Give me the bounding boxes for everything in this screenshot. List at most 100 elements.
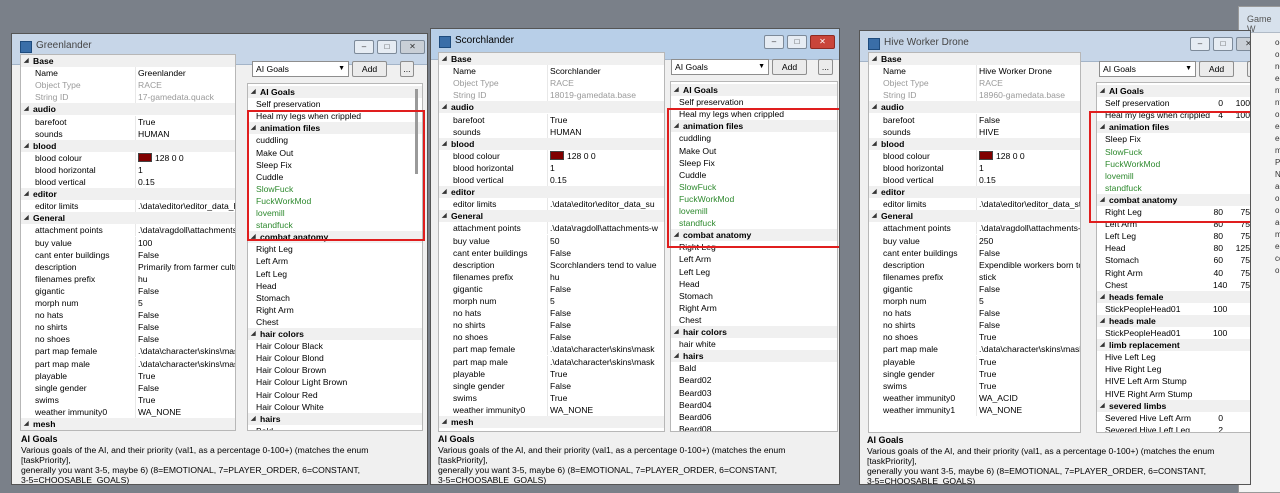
property-row[interactable]: morph num 5 [869,295,1080,307]
property-value[interactable]: 5 [135,297,235,309]
property-category[interactable]: ◢ mesh [439,416,664,428]
collapse-triangle-icon[interactable]: ◢ [24,103,29,115]
property-category[interactable]: ◢ editor [869,186,1080,199]
more-button[interactable]: ... [1247,61,1250,77]
property-row[interactable]: no hats False [21,309,235,322]
property-value[interactable]: RACE [547,77,664,90]
property-value[interactable]: Hive Worker Drone [976,65,1080,78]
property-value[interactable]: True [547,391,664,404]
reference-item[interactable]: StickPeopleHead01 100 [1097,327,1250,339]
property-row[interactable]: no shirts False [439,319,664,332]
collapse-triangle-icon[interactable]: ◢ [251,86,256,98]
property-value[interactable]: hu [135,272,235,285]
property-row[interactable]: weather immunity0 WA_NONE [439,403,664,416]
property-value[interactable]: 0.15 [135,176,235,188]
reference-item[interactable]: Head [248,280,422,292]
property-row[interactable]: String ID 17-gamedata.quack [21,91,235,104]
property-row[interactable]: no shirts False [869,319,1080,332]
reference-category[interactable]: ◢ heads male [1097,314,1250,327]
reference-category[interactable]: ◢ hair colors [248,328,422,340]
property-value[interactable]: RACE [135,79,235,92]
property-row[interactable]: attachment points .\data\ragdoll\attachme… [869,222,1080,235]
minimize-icon[interactable]: – [764,35,784,49]
property-row[interactable]: filenames prefix hu [21,272,235,285]
property-value[interactable]: .\data\ragdoll\attachments-w [547,222,664,235]
add-button[interactable]: Add [1199,61,1234,77]
property-value[interactable]: False [547,282,664,295]
property-value[interactable]: 50 [547,234,664,247]
collapse-triangle-icon[interactable]: ◢ [872,138,877,150]
property-row[interactable]: part map male .\data\character\skins\mask [21,357,235,370]
property-category[interactable]: ◢ audio [439,101,664,114]
property-category[interactable]: ◢ audio [869,101,1080,114]
reference-item[interactable]: hair white [671,338,837,350]
property-value[interactable]: Expendible workers born to la [976,258,1080,271]
property-value[interactable]: HIVE [976,125,1080,138]
property-value[interactable]: False [135,381,235,394]
reference-category[interactable]: ◢ AI Goals [1097,85,1250,97]
property-value[interactable]: 5 [976,295,1080,307]
more-button[interactable]: ... [400,61,414,77]
property-value[interactable]: False [135,309,235,322]
property-row[interactable]: blood colour 128 0 0 [439,149,664,162]
property-category[interactable]: ◢ Base [869,53,1080,65]
property-category[interactable]: ◢ blood [439,137,664,150]
property-value[interactable]: False [976,307,1080,320]
property-value[interactable]: 1 [976,161,1080,174]
reference-item[interactable]: Hair Colour Brown [248,364,422,376]
collapse-triangle-icon[interactable]: ◢ [674,350,679,362]
property-row[interactable]: gigantic False [21,284,235,297]
property-row[interactable]: filenames prefix stick [869,270,1080,283]
reference-item[interactable]: Chest [248,316,422,328]
property-value[interactable]: False [547,331,664,344]
reference-item[interactable]: Left Arm [248,255,422,267]
maximize-icon[interactable]: □ [1213,37,1233,51]
property-value[interactable]: .\data\character\skins\mask [135,357,235,370]
property-value[interactable]: .\data\editor\editor_data_su [547,198,664,211]
property-row[interactable]: blood colour 128 0 0 [21,151,235,164]
property-value[interactable]: 0.15 [976,174,1080,186]
reference-item[interactable]: Self preservation [248,98,422,110]
property-row[interactable]: buy value 250 [869,234,1080,247]
collapse-triangle-icon[interactable]: ◢ [24,140,29,152]
reference-item[interactable]: Hair Colour White [248,401,422,413]
property-grid[interactable]: ◢ Base Name Greenlander Object Type RACE Strin… [20,54,236,431]
property-value[interactable]: 128 0 0 [976,149,1080,162]
collapse-triangle-icon[interactable]: ◢ [24,212,29,224]
property-value[interactable]: False [547,319,664,332]
property-value[interactable]: True [976,331,1080,344]
property-row[interactable]: attachment points .\data\ragdoll\attachme… [439,222,664,235]
property-row[interactable]: sounds HUMAN [439,125,664,138]
property-row[interactable]: buy value 100 [21,236,235,249]
property-row[interactable]: part map female .\data\character\skins\ma… [21,345,235,358]
property-value[interactable]: stick [976,270,1080,283]
property-value[interactable]: .\data\ragdoll\attachments-w [135,224,235,237]
property-value[interactable]: False [547,246,664,259]
reference-item[interactable]: Beard03 [671,387,837,399]
collapse-triangle-icon[interactable]: ◢ [872,210,877,222]
goals-dropdown[interactable]: AI Goals ▼ [1099,61,1196,77]
property-value[interactable]: 100 [135,236,235,249]
property-value[interactable]: Primarily from farmer cultures, [135,260,235,273]
property-value[interactable]: False [135,248,235,261]
reference-item[interactable]: Hair Colour Light Brown [248,376,422,388]
property-value[interactable]: Scorchlander [547,65,664,78]
add-button[interactable]: Add [772,59,807,75]
property-value[interactable]: HUMAN [135,127,235,140]
reference-item[interactable]: HIVE Left Arm Stump [1097,375,1250,387]
property-value[interactable]: 18960-gamedata.base [976,89,1080,102]
reference-item[interactable]: Head [671,278,837,290]
reference-item[interactable]: Left Leg [248,268,422,280]
collapse-triangle-icon[interactable]: ◢ [442,210,447,222]
reference-item[interactable]: Self preservation [671,96,837,108]
property-category[interactable]: ◢ blood [869,137,1080,150]
property-row[interactable]: String ID 18960-gamedata.base [869,89,1080,102]
property-row[interactable]: barefoot True [21,115,235,128]
property-row[interactable]: no shirts False [21,321,235,334]
property-row[interactable]: part map male .\data\character\skins\mask [439,355,664,368]
property-value[interactable]: hu [547,270,664,283]
property-row[interactable]: Name Greenlander [21,67,235,80]
more-button[interactable]: ... [818,59,833,75]
property-row[interactable]: single gender False [21,381,235,394]
property-row[interactable]: cant enter buildings False [21,248,235,261]
